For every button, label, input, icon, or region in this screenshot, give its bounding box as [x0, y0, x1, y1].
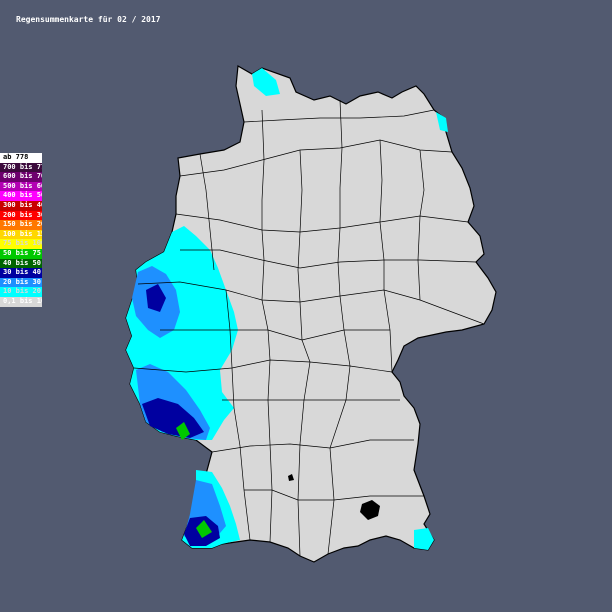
rain-area-10-20-bavaria	[414, 528, 434, 550]
germany-precipitation-map	[125, 65, 497, 563]
